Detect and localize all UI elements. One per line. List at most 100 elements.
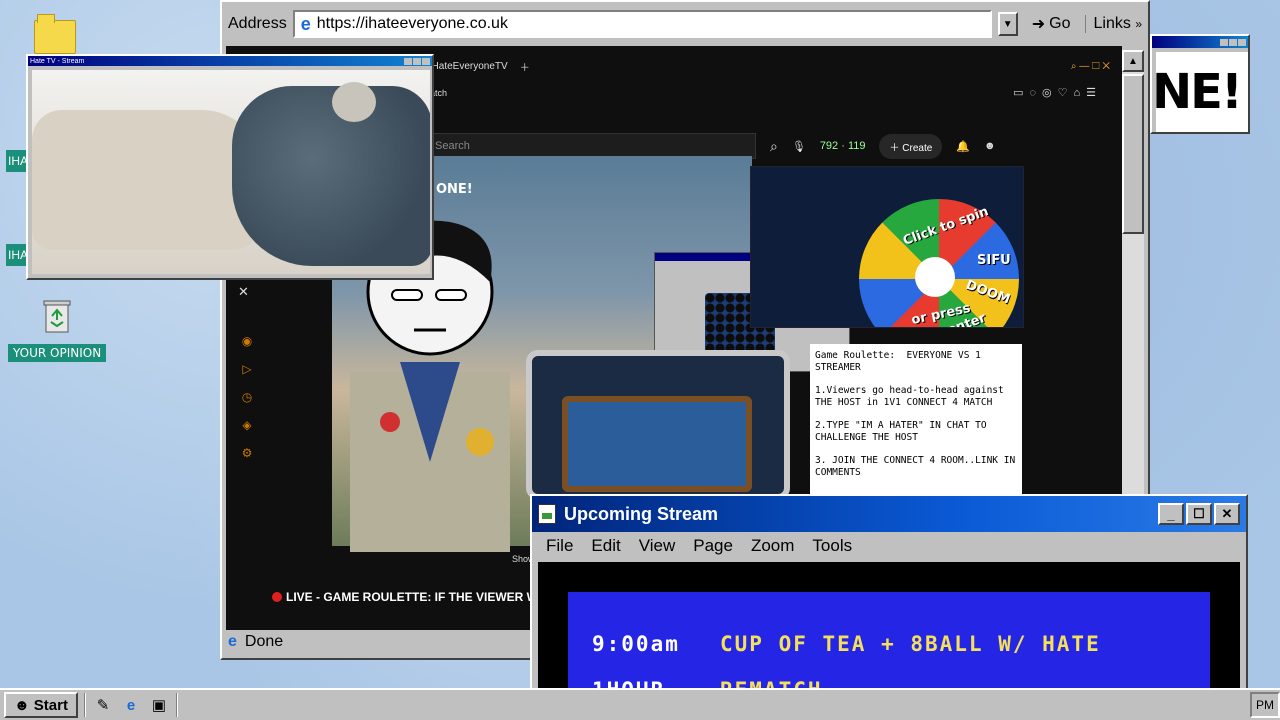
pool-table [562,396,752,492]
play-circle-icon[interactable]: ◉ [242,334,252,348]
desktop-folder-icon[interactable] [34,14,76,54]
create-label: Create [902,142,933,154]
minimize-icon: _ [1167,506,1175,522]
url-text[interactable]: https://ihateeveryone.co.uk [317,15,508,33]
search-placeholder: Search [435,140,470,152]
menu-file[interactable]: File [546,536,573,556]
taskbar-divider [175,693,178,717]
url-dropdown-button[interactable]: ▼ [997,12,1018,36]
sleeping-bag-shape [232,86,430,266]
maximize-icon: ☐ [1193,506,1205,521]
upcoming-titlebar[interactable]: Upcoming Stream _ ☐ ✕ [532,496,1246,532]
url-field[interactable]: e https://ihateeveryone.co.uk [292,10,992,38]
menu-edit[interactable]: Edit [591,536,620,556]
rules-line-2: 2.TYPE "IM A HATER" IN CHAT TO CHALLENGE… [815,420,993,443]
background-window-titlebar[interactable] [1152,36,1248,48]
banner-text: NE! [1156,64,1243,120]
close-button[interactable]: ✕ [1214,503,1240,525]
close-icon: ✕ [1221,506,1233,521]
schedule-row: 9:00am CUP OF TEA + 8BALL W/ HATE [592,632,1101,656]
extension-icons[interactable]: ▭◌◎♡⌂☰ [1013,86,1102,99]
stats-widget: 792 · 119 [819,140,866,152]
upcoming-title: Upcoming Stream [564,503,719,524]
webcam-feed [32,70,430,274]
menu-zoom[interactable]: Zoom [751,536,794,556]
pillow-shape [332,82,376,122]
close-icon[interactable] [1238,38,1246,46]
go-button[interactable]: ➜ Go [1024,14,1079,34]
create-button[interactable]: ＋ Create [879,133,943,159]
page-status-icon: e [228,633,237,650]
webcam-title: Hate TV - Stream [30,57,85,65]
spin-wheel-panel[interactable]: Click to spin SIFU DOOM or press enter [750,166,1024,328]
quicklaunch-desktop-icon[interactable]: ▣ [148,694,170,716]
close-icon[interactable] [422,57,430,65]
taskbar: ☻ Start ✎ e ▣ PM [0,688,1280,720]
clock-icon[interactable]: ◷ [242,390,252,404]
quicklaunch-edit-icon[interactable]: ✎ [92,694,114,716]
menu-view[interactable]: View [639,536,676,556]
rules-line-1: 1.Viewers go head-to-head against THE HO… [815,385,1010,408]
start-button[interactable]: ☻ Start [4,692,78,718]
avatar[interactable]: ☻ [984,140,996,152]
background-window[interactable]: NE! [1150,34,1250,134]
minimize-icon[interactable] [1220,38,1228,46]
tablet-pool-game [526,350,790,500]
start-logo-icon: ☻ [14,696,30,714]
inner-tab-url[interactable]: /IHateEveryoneTV [426,61,508,72]
webcam-titlebar[interactable]: Hate TV - Stream [28,56,432,66]
ie-page-icon: e [300,13,311,34]
taskbar-divider [83,693,86,717]
live-dot-icon [272,592,282,602]
minimize-icon[interactable] [404,57,412,65]
start-label: Start [33,696,68,714]
blanket-shape [32,110,262,250]
scroll-up-button[interactable]: ▲ [1122,50,1144,72]
play-icon[interactable]: ▷ [242,362,251,376]
maximize-button[interactable]: ☐ [1186,503,1212,525]
mic-icon[interactable]: 🎙 [792,140,806,153]
rules-line-title: Game Roulette: EVERYONE VS 1 STREAMER [815,350,987,373]
chevron-down-icon: ▼ [1002,18,1013,30]
recycle-bin-icon [43,300,71,333]
schedule-time: 9:00am [592,632,680,656]
scroll-thumb[interactable] [1122,74,1144,234]
rules-line-3: 3. JOIN THE CONNECT 4 ROOM..LINK IN COMM… [815,455,1021,478]
close-icon[interactable]: ✕ [238,284,249,300]
document-icon [538,504,556,524]
chat-icon[interactable]: ◈ [242,418,251,432]
rules-text-panel: Game Roulette: EVERYONE VS 1 STREAMER 1.… [810,344,1022,496]
live-stream-title[interactable]: LIVE - GAME ROULETTE: IF THE VIEWER WI [272,590,541,604]
side-icons: ◉ ▷ ◷ ◈ ⚙ [232,334,262,460]
schedule-event: CUP OF TEA + 8BALL W/ HATE [720,632,1101,656]
status-bar: e Done [222,626,532,658]
minimize-button[interactable]: _ [1158,503,1184,525]
menu-page[interactable]: Page [693,536,733,556]
upcoming-menu-bar: File Edit View Page Zoom Tools [532,532,1246,560]
wheel-label-sifu: SIFU [977,253,1011,268]
upcoming-stream-window[interactable]: Upcoming Stream _ ☐ ✕ File Edit View Pag… [530,494,1248,720]
spin-wheel-hub[interactable] [915,257,955,297]
live-title-text: LIVE - GAME ROULETTE: IF THE VIEWER WI [286,590,542,604]
maximize-icon[interactable] [413,57,421,65]
settings-icon[interactable]: ⚙ [242,446,253,460]
address-label: Address [228,15,287,32]
quicklaunch-ie-icon[interactable]: e [120,694,142,716]
webcam-window[interactable]: Hate TV - Stream [26,54,434,280]
bell-icon[interactable]: 🔔 [956,140,970,153]
recycle-bin-shortcut[interactable]: YOUR OPINION [8,296,107,362]
chevron-right-icon: » [1135,17,1142,31]
video-overlay-text: ONE! [436,182,473,197]
background-window-content: NE! [1156,52,1248,132]
menu-tools[interactable]: Tools [812,536,852,556]
search-icon[interactable]: ⌕ [770,138,778,155]
clock[interactable]: PM [1250,692,1280,718]
folder-icon [34,14,76,54]
go-label: Go [1049,15,1071,32]
new-tab-icon[interactable]: ＋ [520,59,530,74]
links-button[interactable]: Links » [1084,15,1142,33]
links-label: Links [1093,15,1131,32]
maximize-icon[interactable] [1229,38,1237,46]
go-arrow-icon: ➜ [1031,16,1046,33]
window-controls-icon[interactable]: ⌕ — ☐ ✕ [1071,61,1110,72]
